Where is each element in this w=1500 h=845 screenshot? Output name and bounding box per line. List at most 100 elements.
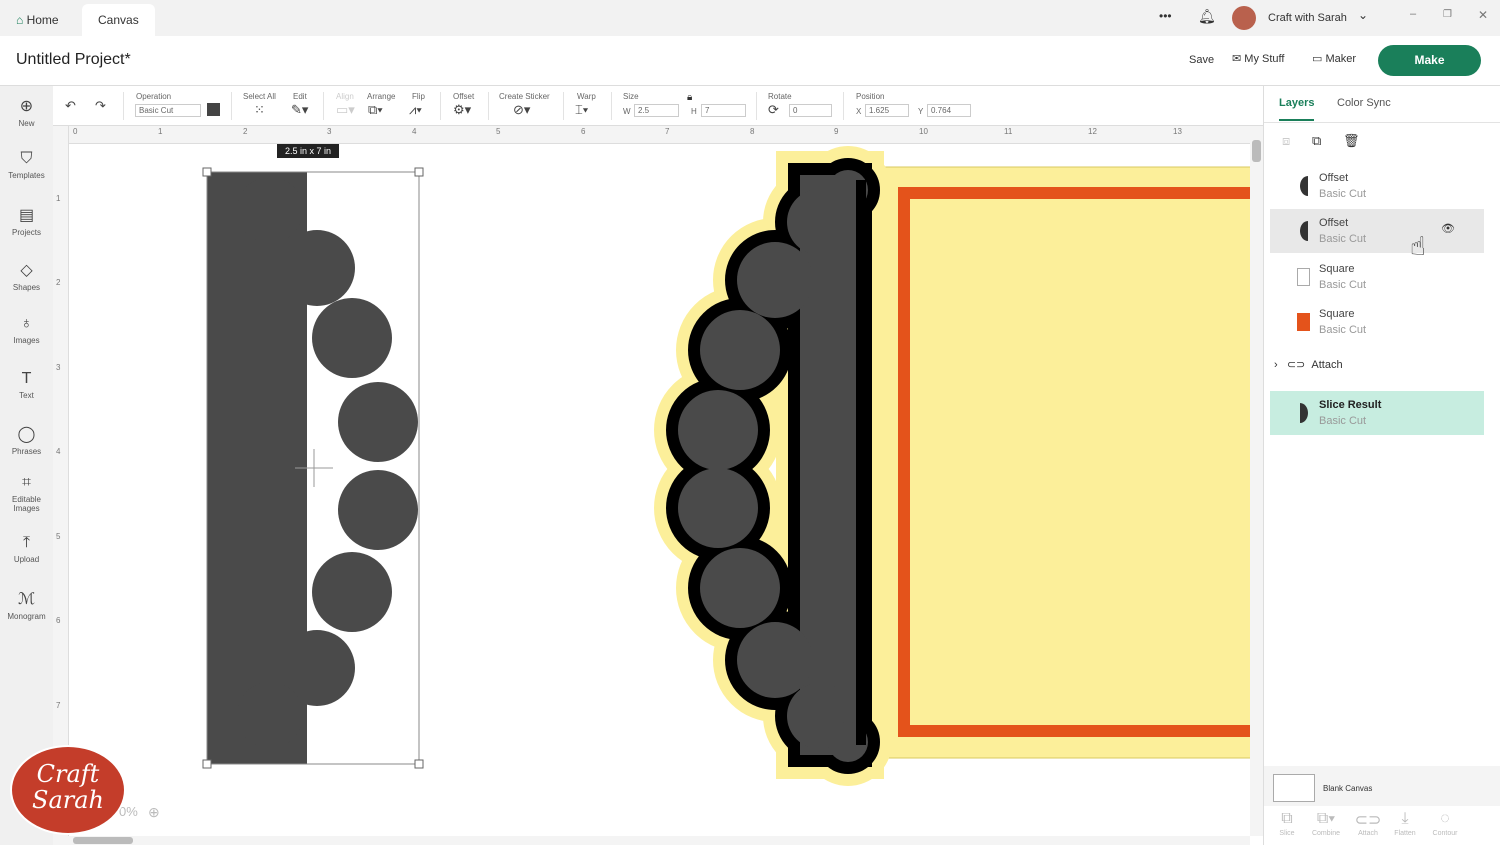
maker-button[interactable]: ▭ Maker <box>1312 52 1356 65</box>
attach-label: Attach <box>1358 830 1378 837</box>
ruler-tick: 11 <box>1004 127 1013 136</box>
offset-label: Offset <box>453 92 475 101</box>
rotate-input[interactable]: 0 <box>789 104 832 117</box>
tab-layers[interactable]: Layers <box>1279 97 1315 121</box>
nav-templates[interactable]: ⛉ Templates <box>0 150 53 180</box>
chevron-down-icon[interactable]: ⌄ <box>1358 8 1368 22</box>
height-input[interactable]: 7 <box>701 104 746 117</box>
more-icon[interactable]: ••• <box>1159 9 1172 23</box>
yellow-panel[interactable] <box>865 166 1250 759</box>
user-name[interactable]: Craft with Sarah <box>1268 12 1347 24</box>
slice-label: Slice <box>1279 830 1295 837</box>
nav-editable-images[interactable]: ⌗ Editable Images <box>0 474 53 513</box>
layer-operation: Basic Cut <box>1319 324 1367 336</box>
nav-upload[interactable]: ⤒ Upload <box>0 534 53 564</box>
minimize-icon[interactable]: – <box>1410 8 1416 20</box>
clipboard-icon: ▤ <box>18 207 35 224</box>
shirt-icon: ⛉ <box>20 150 33 167</box>
nav-monogram[interactable]: ℳ Monogram <box>0 589 53 621</box>
delete-icon[interactable]: 🗑︎ <box>1343 133 1360 149</box>
offset-scallop-right[interactable] <box>654 146 892 786</box>
make-button[interactable]: Make <box>1378 45 1481 76</box>
nav-new[interactable]: ⊕ New <box>0 96 53 128</box>
slice-button[interactable]: ⧉ Slice <box>1269 810 1305 837</box>
ruler-tick: 10 <box>919 127 928 136</box>
canvas-artwork <box>150 146 1250 790</box>
align-icon[interactable]: ▭▾ <box>336 102 355 118</box>
nav-projects[interactable]: ▤ Projects <box>0 205 53 237</box>
layer-item[interactable]: Square Basic Cut <box>1270 255 1484 299</box>
tab-home[interactable]: ⌂ Home <box>0 4 75 36</box>
avatar[interactable] <box>1232 6 1256 30</box>
layer-item-selected[interactable]: Slice Result Basic Cut <box>1270 391 1484 435</box>
tab-canvas[interactable]: Canvas <box>82 4 155 36</box>
slice-result-shape[interactable] <box>150 150 418 790</box>
top-bar: ⌂ Home Canvas ••• 🔔︎ Craft with Sarah ⌄ … <box>0 0 1500 36</box>
vertical-scrollbar[interactable] <box>1250 126 1263 836</box>
nav-images[interactable]: ♁ Images <box>0 315 53 345</box>
my-stuff-button[interactable]: ✉ My Stuff <box>1232 52 1284 65</box>
width-input[interactable]: 2.5 <box>634 104 679 117</box>
nav-label: Images <box>13 336 40 345</box>
nav-phrases[interactable]: ◯ Phrases <box>0 424 53 456</box>
monogram-icon: ℳ <box>17 591 36 608</box>
layer-item[interactable]: Offset Basic Cut <box>1270 164 1484 208</box>
horizontal-scrollbar[interactable] <box>53 836 1250 845</box>
flip-icon[interactable]: ⩘▾ <box>409 102 422 118</box>
sticker-icon[interactable]: ⊘▾ <box>513 102 530 118</box>
select-all-label: Select All <box>243 92 276 101</box>
color-swatch[interactable] <box>207 103 220 116</box>
ruler-tick: 5 <box>496 127 501 136</box>
flatten-button[interactable]: ⤓ Flatten <box>1387 810 1423 837</box>
arrange-icon[interactable]: ⧉▾ <box>368 102 383 118</box>
size-tooltip: 2.5 in x 7 in <box>277 144 340 158</box>
duplicate-icon[interactable]: ⧉ <box>1312 133 1321 149</box>
close-icon[interactable]: ✕ <box>1478 8 1488 22</box>
text-icon: T <box>21 370 32 387</box>
canvas-swatch[interactable] <box>1273 774 1315 802</box>
my-stuff-label: My Stuff <box>1244 53 1285 65</box>
bulb-icon: ♁ <box>20 315 33 332</box>
nav-label: New <box>18 119 35 128</box>
redo-icon[interactable]: ↷ <box>95 98 106 114</box>
ruler-tick: 7 <box>56 701 61 710</box>
bell-icon[interactable]: 🔔︎ <box>1198 8 1216 25</box>
ruler-tick: 5 <box>56 532 61 541</box>
black-edge <box>856 180 866 745</box>
attach-button[interactable]: ⊂⊃ Attach <box>1350 810 1386 837</box>
offset-icon[interactable]: ⚙▾ <box>453 102 471 118</box>
contour-button[interactable]: ◌ Contour <box>1427 810 1463 837</box>
shapes-icon: ◇ <box>20 262 33 279</box>
y-input[interactable]: 0.764 <box>927 104 971 117</box>
edit-icon[interactable]: ✎▾ <box>291 102 308 118</box>
layer-item[interactable]: Offset Basic Cut 👁︎ ☝︎ <box>1270 209 1484 261</box>
plus-icon: ⊕ <box>19 98 34 115</box>
ruler-tick: 13 <box>1173 127 1182 136</box>
blank-canvas-row[interactable]: Blank Canvas <box>1264 766 1500 806</box>
layer-name: Square <box>1319 308 1355 320</box>
warp-icon[interactable]: ⌶▾ <box>575 102 588 118</box>
restore-icon[interactable]: ❐ <box>1443 9 1452 20</box>
combine-button[interactable]: ⧉▾ Combine <box>1308 810 1344 837</box>
create-sticker-label: Create Sticker <box>499 92 550 101</box>
undo-icon[interactable]: ↶ <box>65 98 76 114</box>
save-button[interactable]: Save <box>1189 54 1214 66</box>
nav-text[interactable]: T Text <box>0 370 53 400</box>
select-all-icon[interactable]: ⁙ <box>254 102 265 118</box>
zoom-in-icon[interactable]: ⊕ <box>148 804 160 821</box>
tab-color-sync[interactable]: Color Sync <box>1337 97 1391 109</box>
design-canvas[interactable]: 2.5 in x 7 in 0% ⊕ <box>69 144 1250 836</box>
project-title: Untitled Project* <box>16 51 131 68</box>
eye-icon[interactable]: 👁︎ <box>1441 222 1455 235</box>
group-icon[interactable]: ⧈ <box>1282 133 1290 149</box>
operation-select[interactable]: Basic Cut <box>135 104 201 117</box>
nav-shapes[interactable]: ◇ Shapes <box>0 260 53 292</box>
layer-item[interactable]: Square Basic Cut <box>1270 300 1484 344</box>
x-input[interactable]: 1.625 <box>865 104 909 117</box>
attach-group[interactable]: › ⊂⊃ Attach <box>1274 358 1343 371</box>
layer-thumb-icon <box>1300 176 1308 196</box>
layer-name: Offset <box>1319 172 1349 184</box>
maker-label: Maker <box>1325 53 1357 65</box>
lock-icon[interactable]: 🔒︎ <box>687 92 692 103</box>
layer-name: Square <box>1319 263 1355 275</box>
